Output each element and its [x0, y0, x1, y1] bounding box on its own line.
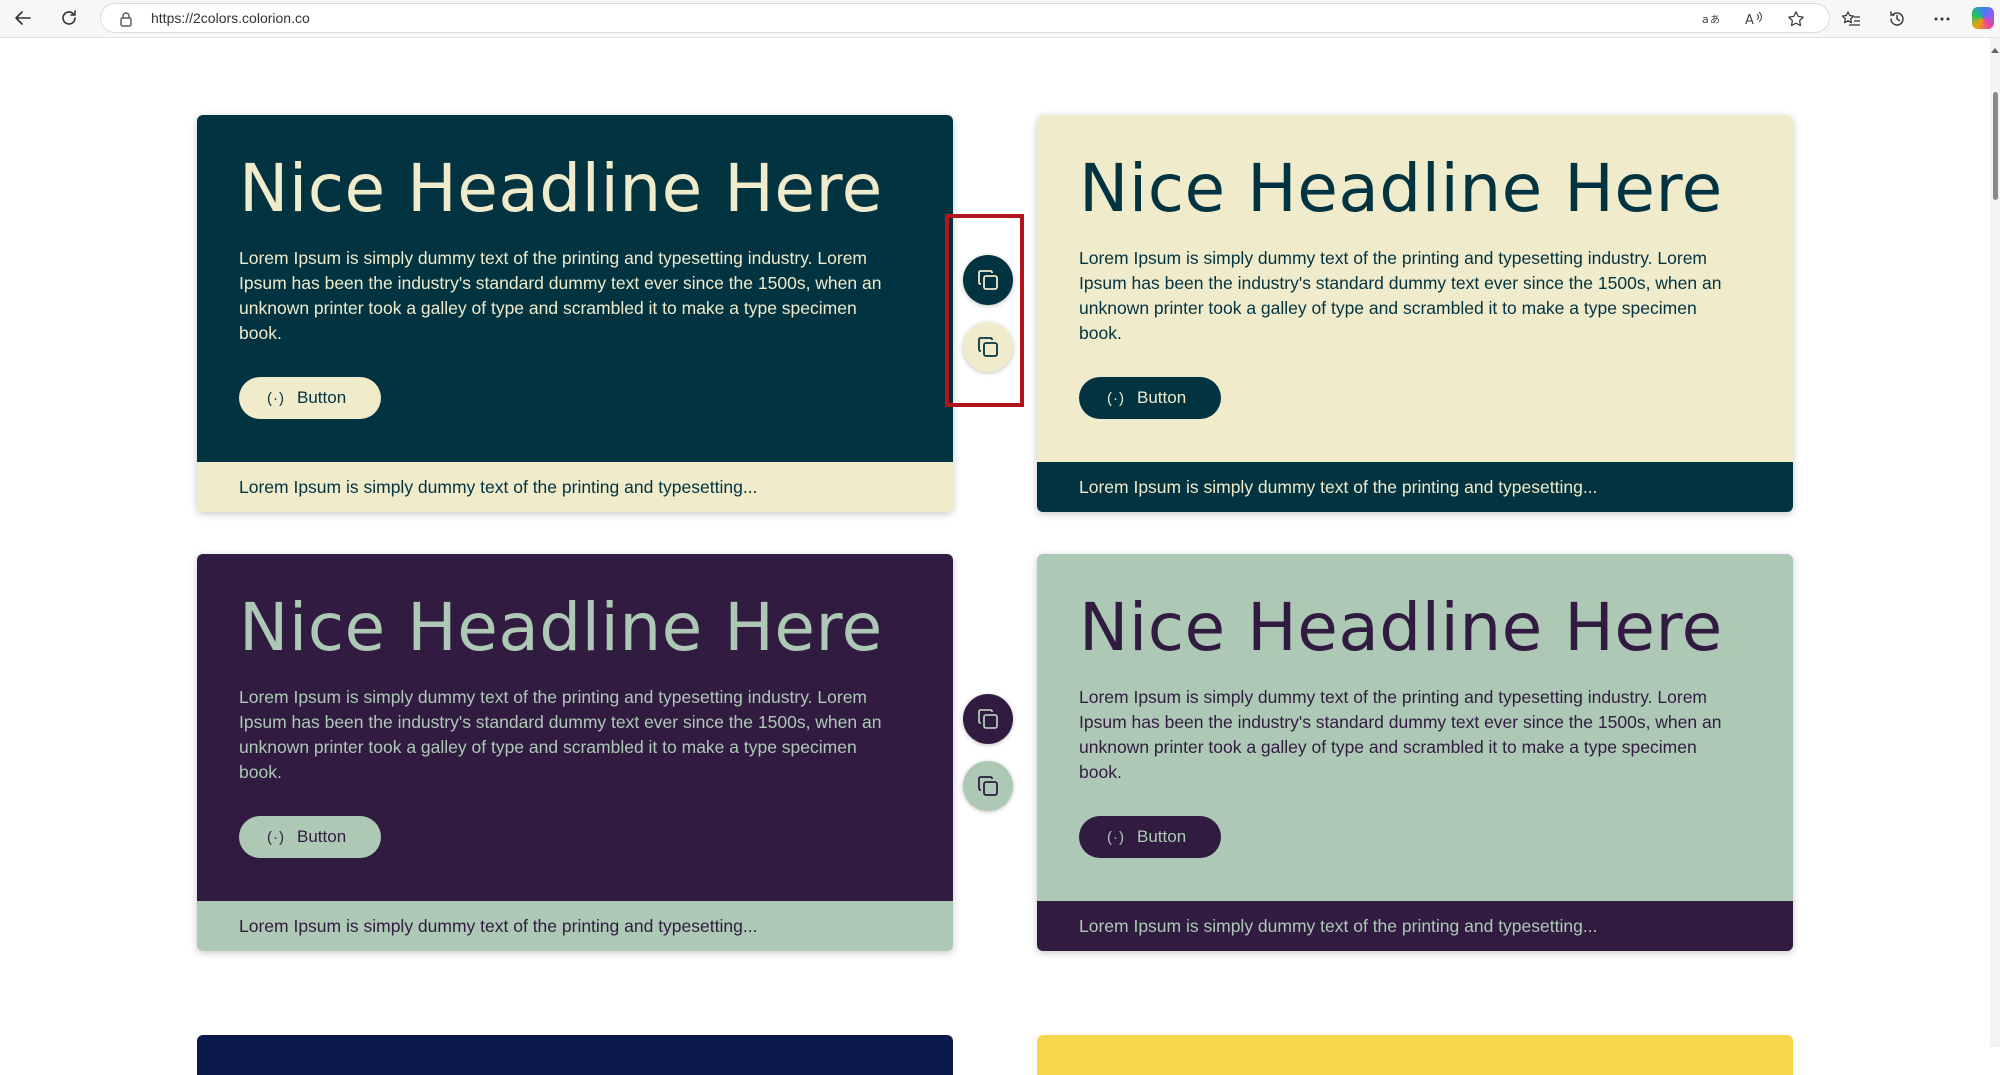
- browser-toolbar: https://2colors.colorion.co aあ A: [0, 0, 2000, 38]
- card-footer-text: Lorem Ipsum is simply dummy text of the …: [1079, 916, 1598, 936]
- translate-icon[interactable]: aあ: [1701, 9, 1723, 29]
- color-card-3: Nice Headline Here Lorem Ipsum is simply…: [197, 554, 953, 951]
- refresh-icon[interactable]: [54, 4, 84, 32]
- color-card-6-partial: [1037, 1035, 1793, 1075]
- radio-wave-icon: (·): [1107, 828, 1125, 846]
- card-button[interactable]: (·) Button: [1079, 816, 1221, 858]
- card-body-text: Lorem Ipsum is simply dummy text of the …: [1079, 687, 1722, 782]
- copy-color-button[interactable]: [963, 761, 1013, 811]
- radio-wave-icon: (·): [267, 828, 285, 846]
- history-icon[interactable]: [1883, 5, 1911, 33]
- svg-text:A: A: [1745, 13, 1754, 27]
- more-icon[interactable]: [1928, 5, 1956, 33]
- lock-icon[interactable]: [119, 11, 133, 31]
- card-main-panel: Nice Headline Here Lorem Ipsum is simply…: [197, 115, 953, 462]
- card-button-label: Button: [1137, 388, 1187, 407]
- copy-icon: [978, 709, 998, 729]
- card-button-label: Button: [1137, 827, 1187, 846]
- copy-color-button[interactable]: [963, 694, 1013, 744]
- card-main-panel: Nice Headline Here Lorem Ipsum is simply…: [197, 554, 953, 901]
- favorites-list-icon[interactable]: [1837, 5, 1865, 33]
- radio-wave-icon: (·): [1107, 389, 1125, 407]
- card-body-text: Lorem Ipsum is simply dummy text of the …: [239, 687, 882, 782]
- read-aloud-icon[interactable]: A: [1743, 9, 1765, 29]
- color-card-1: Nice Headline Here Lorem Ipsum is simply…: [197, 115, 953, 512]
- page-scrollbar[interactable]: [1990, 38, 2000, 1047]
- scrollbar-thumb[interactable]: [1993, 92, 1998, 200]
- back-arrow-icon[interactable]: [8, 4, 38, 32]
- card-main-panel: Nice Headline Here Lorem Ipsum is simply…: [1037, 115, 1793, 462]
- card-body-text: Lorem Ipsum is simply dummy text of the …: [239, 248, 882, 343]
- radio-wave-icon: (·): [267, 389, 285, 407]
- svg-text:あ: あ: [1710, 14, 1720, 26]
- highlight-box: [945, 214, 1024, 407]
- card-body-text: Lorem Ipsum is simply dummy text of the …: [1079, 248, 1722, 343]
- color-card-5-partial: [197, 1035, 953, 1075]
- card-footer-text: Lorem Ipsum is simply dummy text of the …: [1079, 477, 1598, 497]
- card-headline: Nice Headline Here: [1079, 589, 1723, 666]
- card-button[interactable]: (·) Button: [239, 377, 381, 419]
- card-main-panel: Nice Headline Here Lorem Ipsum is simply…: [1037, 554, 1793, 901]
- address-bar[interactable]: https://2colors.colorion.co aあ A: [100, 3, 1830, 33]
- card-headline: Nice Headline Here: [1079, 150, 1723, 227]
- card-headline: Nice Headline Here: [239, 150, 883, 227]
- card-footer: Lorem Ipsum is simply dummy text of the …: [197, 462, 953, 512]
- card-headline: Nice Headline Here: [239, 589, 883, 666]
- color-card-4: Nice Headline Here Lorem Ipsum is simply…: [1037, 554, 1793, 951]
- card-footer-text: Lorem Ipsum is simply dummy text of the …: [239, 477, 758, 497]
- card-button-label: Button: [297, 388, 347, 407]
- card-footer: Lorem Ipsum is simply dummy text of the …: [1037, 901, 1793, 951]
- card-footer-text: Lorem Ipsum is simply dummy text of the …: [239, 916, 758, 936]
- favorite-star-icon[interactable]: [1785, 9, 1807, 29]
- card-button[interactable]: (·) Button: [239, 816, 381, 858]
- svg-text:a: a: [1702, 13, 1709, 26]
- card-button[interactable]: (·) Button: [1079, 377, 1221, 419]
- url-text[interactable]: https://2colors.colorion.co: [151, 10, 310, 26]
- card-button-label: Button: [297, 827, 347, 846]
- copilot-icon[interactable]: [1972, 7, 1994, 29]
- card-footer: Lorem Ipsum is simply dummy text of the …: [197, 901, 953, 951]
- scroll-up-arrow-icon[interactable]: [1990, 40, 2000, 53]
- copy-icon: [978, 776, 998, 796]
- color-card-2: Nice Headline Here Lorem Ipsum is simply…: [1037, 115, 1793, 512]
- card-footer: Lorem Ipsum is simply dummy text of the …: [1037, 462, 1793, 512]
